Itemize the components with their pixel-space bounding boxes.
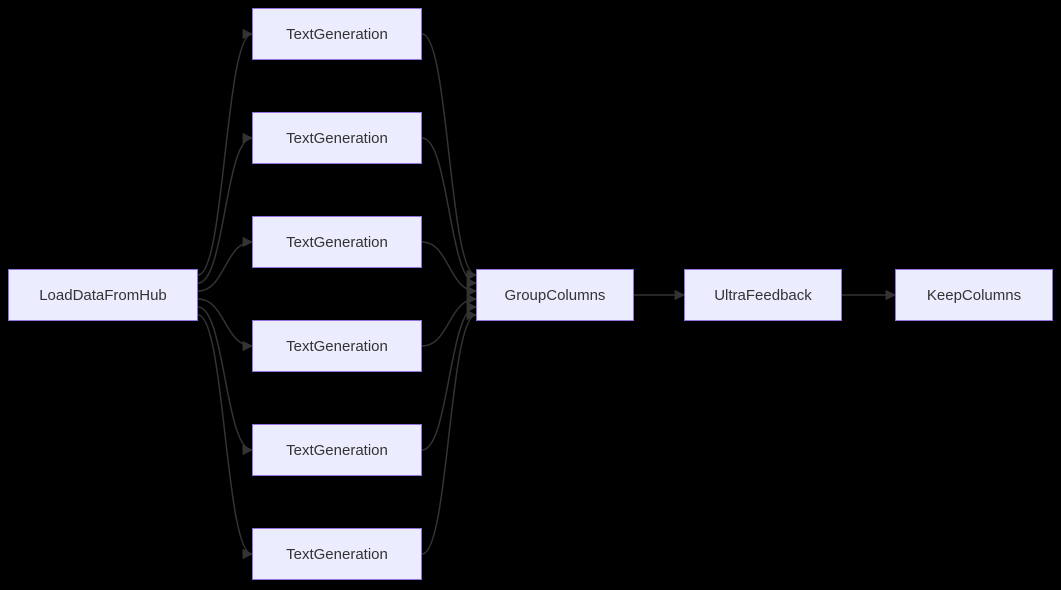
- node-label: LoadDataFromHub: [39, 287, 167, 304]
- node-label: TextGeneration: [286, 338, 388, 355]
- node-label: TextGeneration: [286, 26, 388, 43]
- node-ultrafeedback: UltraFeedback: [684, 269, 842, 321]
- node-label: UltraFeedback: [714, 287, 812, 304]
- edge: [422, 34, 476, 275]
- node-label: TextGeneration: [286, 234, 388, 251]
- node-label: TextGeneration: [286, 130, 388, 147]
- node-textgeneration-6: TextGeneration: [252, 528, 422, 580]
- node-loaddatafromhub: LoadDataFromHub: [8, 269, 198, 321]
- edge: [198, 315, 252, 554]
- node-keepcolumns: KeepColumns: [895, 269, 1053, 321]
- node-label: TextGeneration: [286, 442, 388, 459]
- node-textgeneration-1: TextGeneration: [252, 8, 422, 60]
- node-label: KeepColumns: [927, 287, 1021, 304]
- edge: [198, 34, 252, 275]
- node-label: GroupColumns: [505, 287, 606, 304]
- node-textgeneration-2: TextGeneration: [252, 112, 422, 164]
- edge: [422, 315, 476, 554]
- node-textgeneration-5: TextGeneration: [252, 424, 422, 476]
- flowchart-canvas: LoadDataFromHub TextGeneration TextGener…: [0, 0, 1061, 590]
- node-label: TextGeneration: [286, 546, 388, 563]
- node-textgeneration-3: TextGeneration: [252, 216, 422, 268]
- node-groupcolumns: GroupColumns: [476, 269, 634, 321]
- node-textgeneration-4: TextGeneration: [252, 320, 422, 372]
